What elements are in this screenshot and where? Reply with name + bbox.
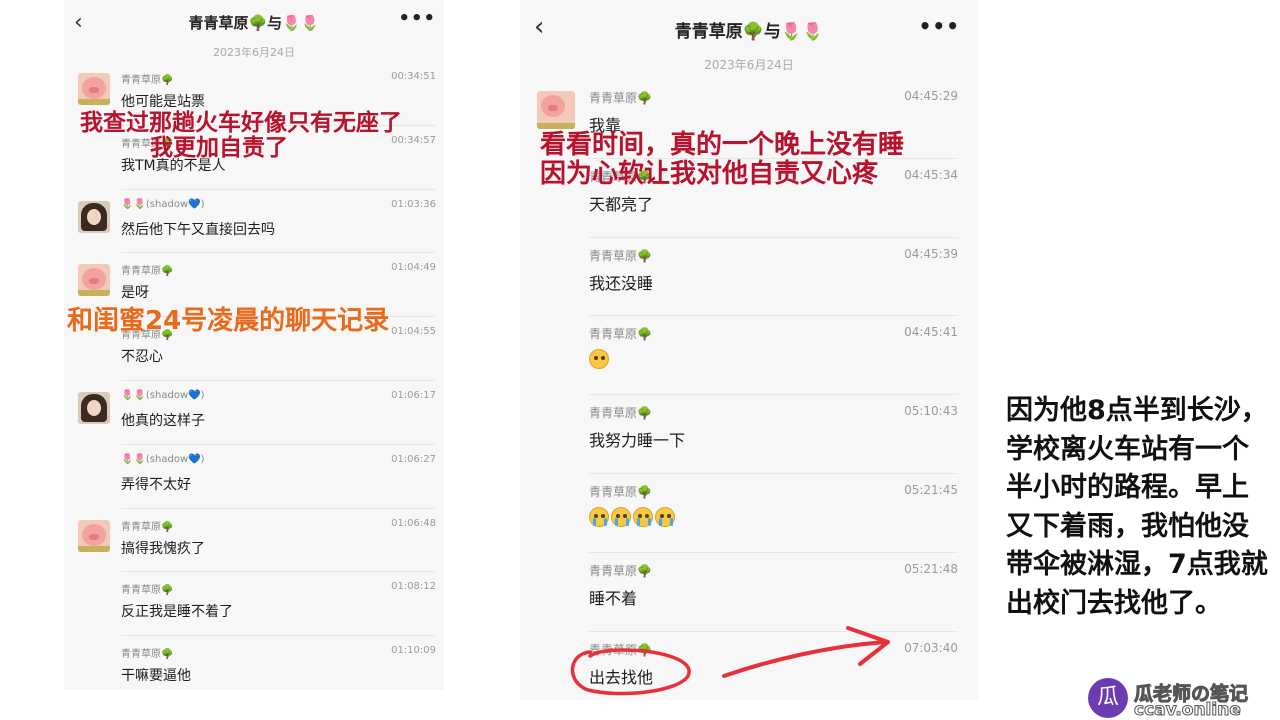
message-time: 01:08:12 [391, 581, 436, 593]
loudly-crying-face-emoji [589, 506, 609, 527]
right-chat-header: ‹ 青青草原🌳与🌷🌷 ••• [520, 0, 978, 44]
message-text: 然后他下午又直接回去吗 [121, 221, 275, 238]
right-chat-panel: ‹ 青青草原🌳与🌷🌷 ••• 2023年6月24日 青青草原🌳 04:45:29 我… [520, 0, 978, 700]
message-time: 01:04:49 [391, 262, 436, 274]
message-time: 05:21:45 [904, 483, 958, 497]
message-text: 干嘛要逼他 [121, 668, 191, 685]
message-time: 04:45:41 [904, 325, 958, 340]
more-dots-icon[interactable]: ••• [398, 8, 436, 29]
message-sender: 青青草原🌳 [589, 91, 652, 105]
message-divider [589, 236, 958, 238]
overlay-caption-red-2: 我更加自责了 [150, 135, 288, 161]
message-text: 他真的这样子 [121, 413, 205, 429]
message-time: 04:45:34 [904, 167, 958, 182]
avatar-shadow[interactable] [78, 392, 110, 424]
message-text [589, 506, 677, 527]
message-time: 01:06:27 [391, 453, 436, 465]
message-sender: 青青草原🌳 [121, 75, 174, 86]
message-sender: 🌷🌷(shadow💙) [121, 198, 205, 210]
avatar-pig[interactable] [78, 519, 110, 552]
message-text: 搞得我愧疚了 [121, 540, 205, 557]
message-divider [121, 380, 436, 381]
message-sender: 青青草原🌳 [589, 327, 652, 342]
message-text [589, 348, 611, 369]
message-divider [121, 571, 436, 573]
avatar-pig[interactable] [78, 264, 110, 297]
message-sender: 青青草原🌳 [589, 406, 652, 421]
narrative-text: 因为他8点半到长沙，学校离火车站有一个半小时的路程。早上又下着雨，我怕他没带伞被… [1006, 395, 1268, 619]
message-divider [121, 507, 436, 509]
message-sender: 青青草原🌳 [121, 649, 174, 661]
loudly-crying-face-emoji [611, 506, 631, 527]
message-sender: 🌷🌷(shadow💙) [121, 453, 205, 465]
left-chat-title: 青青草原🌳与🌷🌷 [188, 14, 320, 32]
message-sender: 青青草原🌳 [589, 485, 652, 499]
message-divider [121, 188, 436, 190]
message-time: 04:45:29 [904, 89, 958, 103]
message-divider [121, 252, 436, 254]
avatar-pig[interactable] [78, 73, 110, 105]
watermark-url: ccav.online [1134, 700, 1242, 720]
message-text: 我还没睡 [589, 273, 654, 293]
message-time: 01:03:36 [391, 198, 436, 210]
watermark: 瓜 瓜老师の笔记 ccav.online [1088, 678, 1278, 720]
right-chat-date: 2023年6月24日 [704, 58, 794, 72]
message-time: 07:03:40 [904, 640, 958, 655]
message-time: 00:34:51 [391, 71, 436, 82]
message-sender: 青青草原🌳 [589, 248, 652, 263]
left-chat-header: ‹ 青青草原🌳与🌷🌷 ••• [64, 0, 444, 44]
message-time: 01:06:48 [391, 517, 436, 529]
overlay-caption-red-4: 因为心软让我对他自责又心疼 [540, 159, 879, 189]
loudly-crying-face-emoji [633, 506, 653, 527]
message-divider [589, 551, 958, 553]
red-circle-arrow-annotation [570, 626, 890, 696]
dizzy-face-emoji [589, 348, 609, 369]
message-sender: 青青草原🌳 [589, 563, 652, 578]
more-dots-icon[interactable]: ••• [919, 14, 960, 38]
message-sender: 青青草原🌳 [121, 266, 174, 278]
message-time: 01:10:09 [391, 645, 436, 657]
watermark-logo: 瓜 [1088, 678, 1128, 718]
loudly-crying-face-emoji [655, 506, 675, 527]
message-divider [121, 635, 436, 637]
message-text: 弄得不太好 [121, 476, 191, 493]
message-sender: 🌷🌷(shadow💙) [121, 390, 205, 401]
message-sender: 青青草原🌳 [121, 521, 174, 533]
message-text: 反正我是睡不着了 [121, 604, 233, 621]
message-time: 04:45:39 [904, 246, 958, 261]
message-time: 05:21:48 [904, 561, 958, 576]
message-divider [589, 394, 958, 396]
message-text: 天都亮了 [589, 194, 654, 214]
overlay-caption-orange: 和闺蜜24号凌晨的聊天记录 [67, 306, 390, 336]
message-time: 01:04:55 [391, 326, 436, 338]
avatar-shadow[interactable] [78, 200, 110, 233]
message-sender: 青青草原🌳 [121, 585, 174, 597]
left-chat-date: 2023年6月24日 [213, 46, 295, 59]
message-divider [121, 443, 436, 445]
message-time: 05:10:43 [904, 404, 958, 419]
message-time: 01:06:17 [391, 390, 436, 401]
message-divider [589, 473, 958, 474]
message-text: 不忍心 [121, 349, 163, 366]
message-divider [589, 315, 958, 317]
right-chat-title: 青青草原🌳与🌷🌷 [674, 22, 824, 42]
message-text: 睡不着 [589, 588, 638, 608]
message-text: 我努力睡一下 [589, 431, 686, 451]
